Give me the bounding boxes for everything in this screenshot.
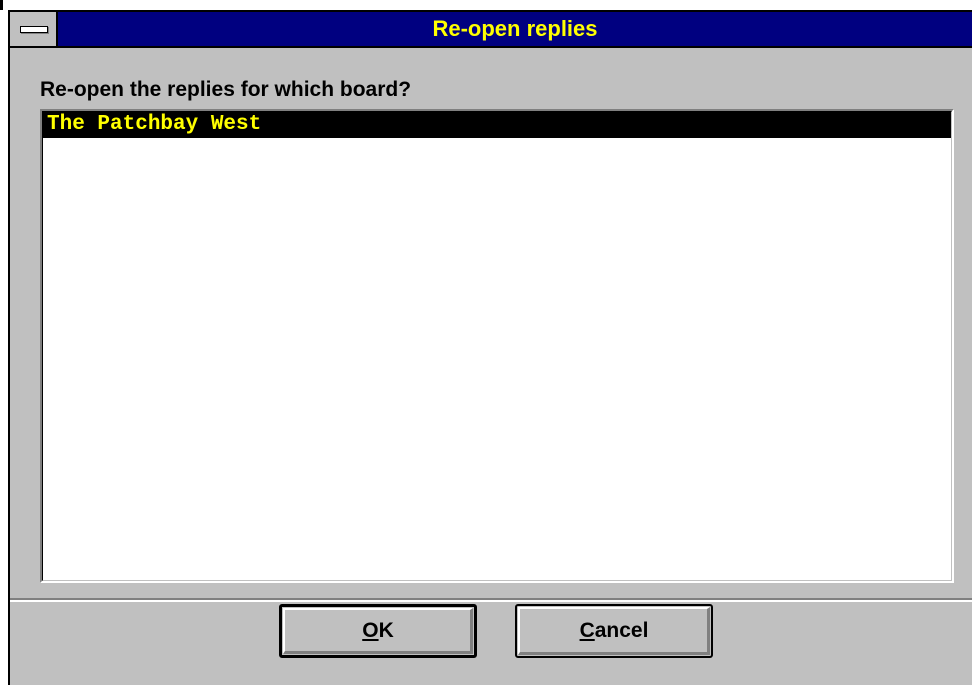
cancel-button-label: Cancel (580, 619, 649, 643)
listbox-content: The Patchbay West (42, 111, 952, 581)
prompt-label: Re-open the replies for which board? (40, 78, 412, 101)
cancel-mnemonic: C (579, 619, 595, 642)
system-menu-button[interactable] (10, 12, 58, 46)
ok-mnemonic: O (362, 619, 379, 642)
board-listbox[interactable]: The Patchbay West (40, 109, 954, 583)
ok-button[interactable]: OK (279, 604, 477, 658)
window-title: Re-open replies (432, 16, 598, 41)
separator-highlight (10, 600, 972, 602)
title-bar[interactable]: Re-open replies (10, 12, 972, 48)
ok-label-rest: K (378, 619, 394, 642)
system-menu-icon (20, 26, 48, 33)
desktop-edge (0, 0, 3, 10)
list-item[interactable]: The Patchbay West (43, 112, 951, 138)
cancel-button[interactable]: Cancel (515, 604, 713, 658)
cancel-label-rest: ancel (594, 619, 649, 642)
ok-button-label: OK (362, 619, 394, 643)
reopen-replies-dialog: Re-open replies Re-open the replies for … (8, 10, 972, 685)
